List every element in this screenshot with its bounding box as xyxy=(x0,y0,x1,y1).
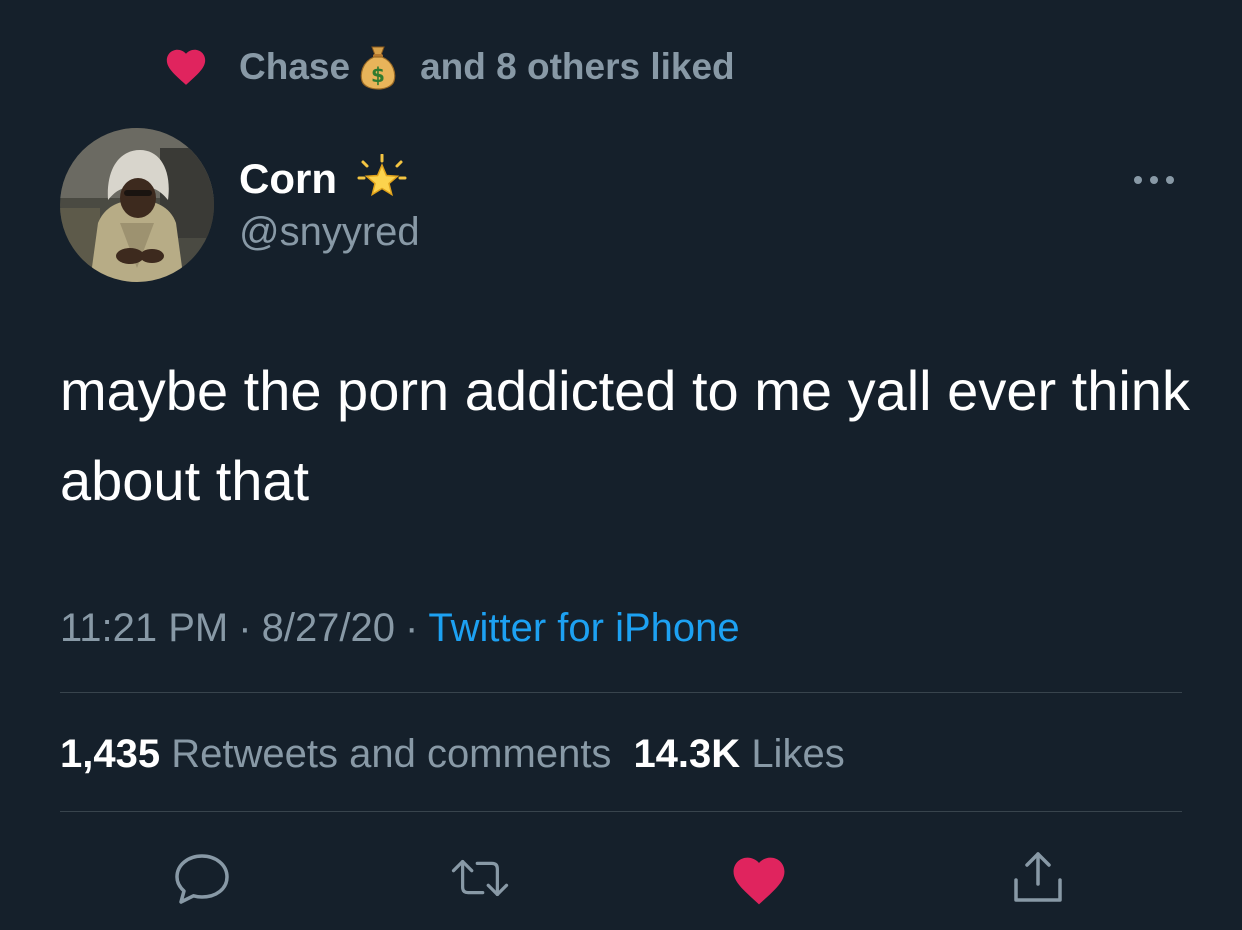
retweets-count: 1,435 xyxy=(60,732,161,776)
likes-count: 14.3K xyxy=(633,732,741,776)
author-display-name[interactable]: Corn xyxy=(239,152,407,206)
retweets-stat[interactable]: 1,435 Retweets and comments xyxy=(60,732,611,776)
social-context[interactable]: Chase $ and 8 others liked xyxy=(163,42,735,92)
retweet-button[interactable] xyxy=(448,848,512,908)
share-icon xyxy=(1014,852,1062,902)
like-button[interactable] xyxy=(727,848,791,908)
tweet-source-link[interactable]: Twitter for iPhone xyxy=(428,606,739,650)
likes-stat[interactable]: 14.3K Likes xyxy=(633,732,844,776)
liked-suffix: and 8 others liked xyxy=(420,46,735,87)
tweet-time: 11:21 PM xyxy=(60,606,229,650)
share-button[interactable] xyxy=(1006,848,1070,908)
tweet-stats: 1,435 Retweets and comments 14.3K Likes xyxy=(60,726,845,782)
svg-text:$: $ xyxy=(371,63,385,87)
author-handle[interactable]: @snyyred xyxy=(239,206,420,258)
avatar-image xyxy=(60,128,214,282)
heart-icon xyxy=(166,49,206,85)
like-icon xyxy=(733,857,785,905)
glowing-star-icon xyxy=(357,154,407,197)
avatar[interactable] xyxy=(60,128,214,282)
tweet-date: 8/27/20 xyxy=(261,606,396,650)
likes-label: Likes xyxy=(751,732,845,776)
divider xyxy=(60,692,1182,693)
display-name-text: Corn xyxy=(239,155,337,202)
divider xyxy=(60,811,1182,812)
tweet-text: maybe the porn addicted to me yall ever … xyxy=(60,359,1190,512)
retweet-icon xyxy=(451,859,509,897)
more-options-button[interactable] xyxy=(1128,166,1180,194)
reply-button[interactable] xyxy=(170,848,234,908)
money-bag-icon: $ xyxy=(360,46,396,90)
retweets-label: Retweets and comments xyxy=(171,732,612,776)
tweet-meta: 11:21 PM · 8/27/20 · Twitter for iPhone xyxy=(60,600,740,656)
meta-separator: · xyxy=(405,606,419,650)
meta-separator: · xyxy=(238,606,252,650)
reply-icon xyxy=(175,854,229,904)
liker-name[interactable]: Chase xyxy=(239,46,350,88)
more-icon xyxy=(1134,176,1174,184)
